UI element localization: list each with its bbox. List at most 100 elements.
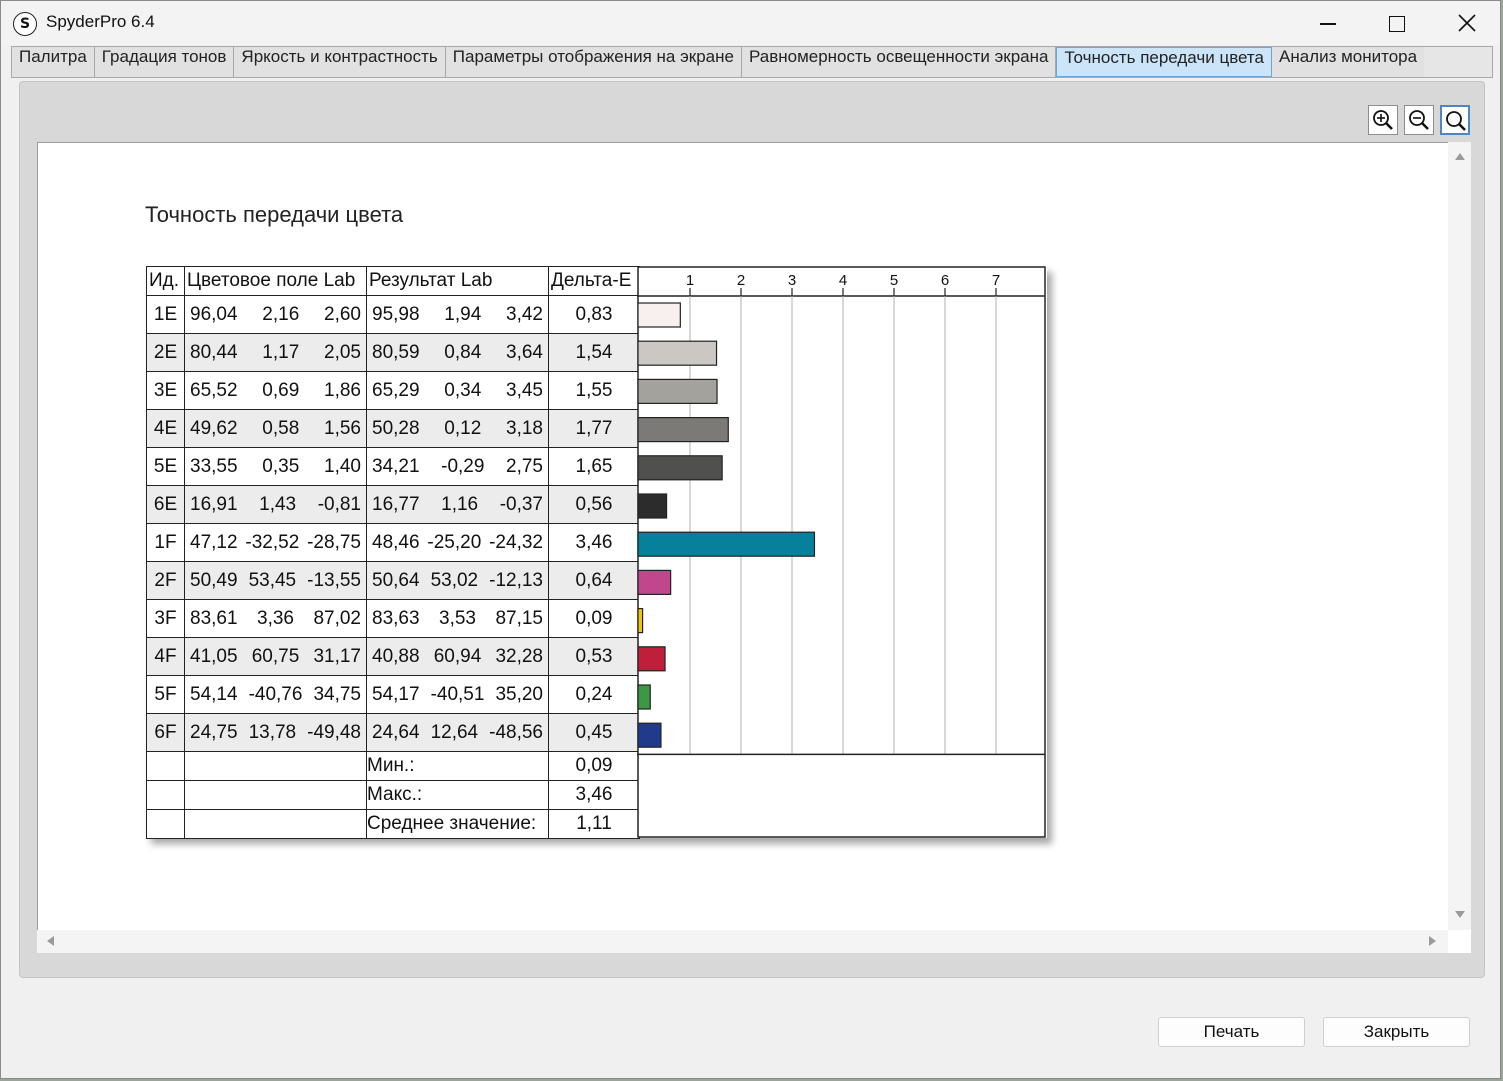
lab-value: -48,56 [489,721,543,743]
lab-value: 80,44 [190,341,238,363]
lab-value: 2,75 [506,455,543,477]
scroll-down-icon[interactable] [1455,911,1465,918]
row-lab-target: 80,44 1,17 2,05 [184,333,367,372]
row-id: 2E [146,333,185,372]
header-id: Ид. [146,266,185,296]
row-delta-e: 0,83 [548,295,640,334]
row-id: 4F [146,637,185,676]
lab-value: 16,77 [372,493,420,515]
zoom-in-button[interactable] [1368,105,1398,135]
tab-color-accuracy[interactable]: Точность передачи цвета [1056,47,1272,77]
zoom-out-button[interactable] [1404,105,1434,135]
tab-monitor-analysis[interactable]: Анализ монитора [1271,47,1425,77]
lab-value: 13,78 [248,721,297,743]
row-lab-target: 83,61 3,36 87,02 [184,599,367,638]
stat-label: Макс.: [366,780,549,810]
lab-value: 50,49 [190,569,238,591]
lab-value: 83,61 [190,607,238,629]
lab-value: 34,21 [372,455,420,477]
header-lab-result: Результат Lab [366,266,549,296]
table-row: 2E 80,44 1,17 2,05 80,59 0,84 3,64 1,54 [146,333,640,372]
lab-value: 1,16 [441,493,479,515]
row-id: 1E [146,295,185,334]
chart-tick-label: 1 [686,272,694,289]
table-row: 1F 47,12 -32,52 -28,75 48,46 -25,20 -24,32 3,46 [146,523,640,562]
lab-value: 53,02 [430,569,479,591]
row-id: 2F [146,561,185,600]
chart-bar-6e [637,493,668,519]
maximize-button[interactable] [1362,1,1432,45]
lab-value: 60,94 [433,645,482,667]
row-lab-result: 24,64 12,64 -48,56 [366,713,549,752]
title-bar[interactable]: S SpyderPro 6.4 [1,1,1500,45]
lab-value: 53,45 [248,569,297,591]
chart-bar-4e [637,417,729,443]
lab-value: 83,63 [372,607,420,629]
stat-row: Среднее значение: 1,11 [146,809,640,839]
lab-value: 0,58 [262,417,300,439]
chart-bar-1e [637,302,681,328]
chart-bar-2e [637,340,718,366]
lab-value: -13,55 [307,569,361,591]
horizontal-scrollbar[interactable] [37,930,1448,953]
chart-tick-label: 6 [941,272,949,289]
chart-bar-5e [637,455,723,481]
lab-value: -40,51 [430,683,485,705]
scroll-right-icon[interactable] [1429,936,1436,946]
lab-value: 0,69 [262,379,300,401]
tab-tone-gradation[interactable]: Градация тонов [94,47,235,77]
lab-value: 1,17 [262,341,300,363]
tab-display-settings[interactable]: Параметры отображения на экране [445,47,742,77]
tab-screen-uniformity[interactable]: Равномерность освещенности экрана [741,47,1057,77]
row-id: 4E [146,409,185,448]
lab-value: 50,28 [372,417,420,439]
table-row: 5E 33,55 0,35 1,40 34,21 -0,29 2,75 1,65 [146,447,640,486]
table-row: 1E 96,04 2,16 2,60 95,98 1,94 3,42 0,83 [146,295,640,334]
lab-value: 95,98 [372,303,420,325]
row-delta-e: 0,53 [548,637,640,676]
table-row: 4F 41,05 60,75 31,17 40,88 60,94 32,28 0,53 [146,637,640,676]
close-icon [1458,14,1476,32]
row-id: 3F [146,599,185,638]
close-button[interactable]: Закрыть [1323,1017,1470,1047]
stat-row: Макс.: 3,46 [146,780,640,810]
stat-empty-cell [146,809,185,839]
vertical-scrollbar[interactable] [1448,142,1471,930]
row-lab-result: 50,28 0,12 3,18 [366,409,549,448]
lab-value: 65,29 [372,379,420,401]
chart-tick-label: 2 [737,272,745,289]
chart-bar-1f [637,531,816,557]
table-row: 3F 83,61 3,36 87,02 83,63 3,53 87,15 0,09 [146,599,640,638]
lab-value: 24,64 [372,721,420,743]
zoom-out-icon [1409,110,1429,130]
row-lab-result: 95,98 1,94 3,42 [366,295,549,334]
scroll-up-icon[interactable] [1455,153,1465,160]
chart-bar-4f [637,646,666,672]
stat-value: 1,11 [548,809,640,839]
lab-value: -40,76 [248,683,303,705]
close-window-button[interactable] [1432,1,1502,45]
lab-value: -28,75 [307,531,361,553]
scroll-left-icon[interactable] [47,936,54,946]
lab-value: 40,88 [372,645,420,667]
print-button[interactable]: Печать [1158,1017,1305,1047]
tab-palette[interactable]: Палитра [12,47,95,77]
row-id: 3E [146,371,185,410]
lab-value: 1,56 [324,417,361,439]
scroll-corner [1448,930,1471,953]
row-delta-e: 1,65 [548,447,640,486]
row-delta-e: 0,45 [548,713,640,752]
row-delta-e: 1,55 [548,371,640,410]
lab-value: 2,60 [324,303,361,325]
zoom-fit-button[interactable] [1440,105,1470,135]
tab-brightness-contrast[interactable]: Яркость и контрастность [234,47,446,77]
lab-value: 35,20 [495,683,543,705]
lab-value: 0,35 [262,455,300,477]
stat-value: 0,09 [548,751,640,781]
lab-value: 41,05 [190,645,238,667]
minimize-button[interactable] [1293,1,1363,45]
row-lab-result: 80,59 0,84 3,64 [366,333,549,372]
lab-value: 3,45 [506,379,543,401]
row-lab-result: 50,64 53,02 -12,13 [366,561,549,600]
lab-value: 3,18 [506,417,543,439]
